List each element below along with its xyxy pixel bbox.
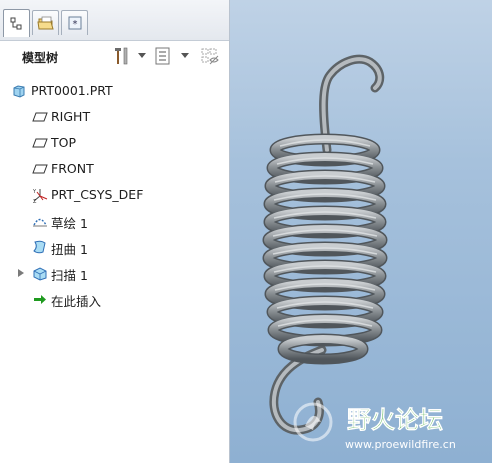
settings-dropdown-arrow[interactable] [138,53,146,58]
model-tree-panel: * 模型树 PRT0001.PRT RIGHT TOP FRONT Y Z PR… [0,0,230,463]
tree-item-label: TOP [51,135,77,150]
tab-favorites[interactable]: * [61,10,88,35]
tree-item-label: FRONT [51,161,94,176]
settings-tools-icon[interactable] [112,46,132,66]
tree-item-warp[interactable]: 扭曲 1 [0,236,229,258]
tree-item-insert-here[interactable]: 在此插入 [0,288,229,310]
watermark-title: 野火论坛 [347,406,443,434]
panel-tab-bar: * [0,0,229,41]
warp-icon [33,240,46,254]
datum-plane-icon [32,112,48,122]
tree-item-sketch[interactable]: 草绘 1 [0,210,229,232]
coordinate-system-icon: Y Z [32,189,48,203]
spring-model[interactable] [230,0,492,463]
tree-item-sweep[interactable]: 扫描 1 [0,262,229,284]
tree-item-label: 扫描 1 [51,268,88,283]
graphics-viewport[interactable] [230,0,492,463]
tree-item-label: 扭曲 1 [51,242,88,257]
tab-folder-browser[interactable] [32,10,59,35]
svg-text:Z: Z [33,199,37,203]
tree-filter-icon[interactable] [153,46,173,66]
tree-item-label: RIGHT [51,109,91,124]
tree-item-top[interactable]: TOP [0,132,229,154]
tree-item-right[interactable]: RIGHT [0,106,229,128]
insert-here-arrow-icon [34,295,46,304]
tree-item-label: 在此插入 [51,294,102,309]
filter-dropdown-arrow[interactable] [181,53,189,58]
tab-model-tree[interactable] [3,9,30,37]
tree-root-part[interactable]: PRT0001.PRT [0,80,229,102]
part-icon [13,85,25,98]
root-label: PRT0001.PRT [31,83,113,98]
expand-arrow-icon[interactable] [18,269,24,277]
forum-watermark: 野火论坛 www.proewildfire.cn [293,402,456,451]
tree-item-csys[interactable]: Y Z PRT_CSYS_DEF [0,184,229,206]
svg-text:*: * [72,19,77,30]
model-tree-toolbar: 模型树 [0,41,229,71]
model-tree-icon [10,17,21,29]
tree-item-label: PRT_CSYS_DEF [51,187,144,202]
sketch-icon [33,218,47,227]
watermark-logo-icon [293,402,333,442]
favorites-icon: * [68,16,81,30]
model-tree-title: 模型树 [22,51,59,65]
datum-plane-icon [32,164,48,174]
hide-items-icon[interactable] [200,46,220,66]
tree-item-label: 草绘 1 [51,216,88,231]
datum-plane-icon [32,138,48,148]
sweep-icon [33,267,47,281]
watermark-url: www.proewildfire.cn [345,438,456,451]
folder-browser-icon [36,16,54,30]
tree-item-front[interactable]: FRONT [0,158,229,180]
svg-text:Y: Y [32,189,37,195]
